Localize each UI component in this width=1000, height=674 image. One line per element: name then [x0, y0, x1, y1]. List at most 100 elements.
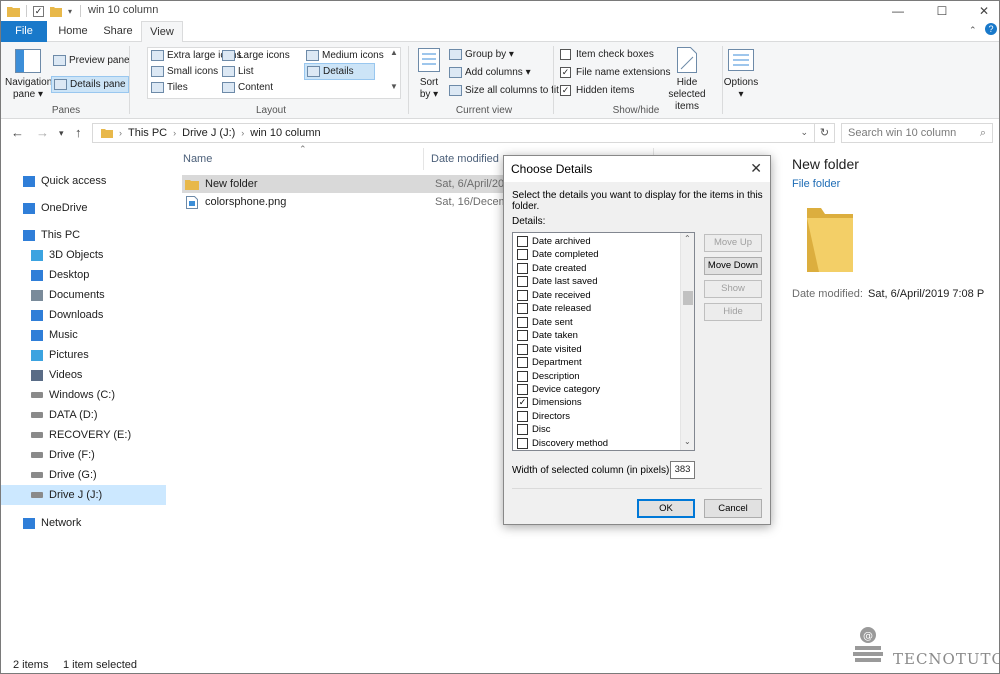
tab-home[interactable]: Home — [51, 21, 95, 42]
tab-view[interactable]: View — [141, 21, 183, 43]
tab-share[interactable]: Share — [97, 21, 139, 42]
gallery-scroll-up-icon[interactable]: ▲ — [390, 48, 398, 57]
scrollbar-thumb[interactable] — [683, 291, 693, 305]
content-option[interactable]: Content — [222, 82, 273, 93]
detail-checkbox[interactable] — [517, 343, 528, 355]
sidebar-item-music[interactable]: Music — [1, 325, 166, 345]
ok-button[interactable]: OK — [637, 499, 695, 518]
sidebar-item-recovery-e[interactable]: RECOVERY (E:) — [1, 425, 166, 445]
options-icon[interactable] — [728, 49, 754, 71]
show-button[interactable]: Show — [704, 280, 762, 298]
cancel-button[interactable]: Cancel — [704, 499, 762, 518]
detail-checkbox[interactable] — [517, 289, 528, 301]
item-check-boxes-toggle[interactable]: Item check boxes — [560, 49, 654, 60]
detail-checkbox[interactable] — [517, 357, 528, 369]
scroll-up-icon[interactable]: ⌃ — [684, 234, 691, 243]
sidebar-item-network[interactable]: Network — [1, 513, 166, 533]
sidebar-item-drive-j-j[interactable]: Drive J (J:) — [1, 485, 166, 505]
details-option[interactable]: Details — [304, 63, 375, 80]
recent-locations-icon[interactable]: ▾ — [59, 128, 64, 139]
sidebar-item-drive-f[interactable]: Drive (F:) — [1, 445, 166, 465]
item-check-boxes-checkbox[interactable] — [560, 49, 571, 60]
sidebar-item-videos[interactable]: Videos — [1, 365, 166, 385]
detail-option-date-last-saved[interactable]: Date last saved — [517, 275, 597, 288]
hidden-items-toggle[interactable]: ✓ Hidden items — [560, 85, 634, 96]
detail-option-directors[interactable]: Directors — [517, 410, 570, 423]
navigation-pane-icon[interactable] — [15, 49, 41, 73]
tab-file[interactable]: File — [1, 21, 47, 42]
column-header-date-modified[interactable]: Date modified — [431, 153, 499, 165]
detail-checkbox[interactable] — [517, 330, 528, 342]
move-up-button[interactable]: Move Up — [704, 234, 762, 252]
sidebar-item-documents[interactable]: Documents — [1, 285, 166, 305]
scroll-down-icon[interactable]: ⌄ — [684, 437, 691, 446]
listbox-scrollbar[interactable]: ⌃ ⌄ — [680, 233, 694, 450]
sidebar-item-onedrive[interactable]: OneDrive — [1, 198, 166, 218]
detail-checkbox[interactable] — [517, 410, 528, 422]
forward-arrow-icon[interactable]: → — [36, 125, 49, 140]
preview-pane-button[interactable]: Preview pane — [53, 55, 130, 66]
breadcrumb-this-pc[interactable]: This PC — [128, 127, 167, 139]
detail-checkbox[interactable] — [517, 249, 528, 261]
detail-checkbox[interactable] — [517, 276, 528, 288]
details-pane-button[interactable]: Details pane — [51, 76, 129, 93]
detail-option-date-created[interactable]: Date created — [517, 262, 586, 275]
address-field[interactable]: › This PC › Drive J (J:) › win 10 column… — [92, 123, 815, 143]
ribbon-collapse-icon[interactable]: ⌃ — [969, 25, 977, 36]
list-option[interactable]: List — [222, 66, 254, 77]
detail-checkbox[interactable] — [517, 370, 528, 382]
size-all-columns-button[interactable]: Size all columns to fit — [449, 85, 559, 96]
breadcrumb-current-folder[interactable]: win 10 column — [250, 127, 320, 139]
detail-option-date-completed[interactable]: Date completed — [517, 248, 599, 261]
hidden-items-checkbox[interactable]: ✓ — [560, 85, 571, 96]
small-icons-option[interactable]: Small icons — [151, 66, 218, 77]
move-down-button[interactable]: Move Down — [704, 257, 762, 275]
help-icon[interactable]: ? — [985, 23, 997, 35]
back-arrow-icon[interactable]: ← — [11, 125, 24, 140]
tiles-option[interactable]: Tiles — [151, 82, 188, 93]
maximize-button[interactable]: ☐ — [919, 1, 965, 21]
up-arrow-icon[interactable]: ↑ — [75, 125, 82, 140]
column-width-input[interactable]: 383 — [670, 461, 695, 479]
gallery-more-icon[interactable]: ▼ — [390, 82, 398, 91]
sort-by-button[interactable]: Sort by ▾ — [413, 77, 445, 101]
hide-button[interactable]: Hide — [704, 303, 762, 321]
sidebar-item-downloads[interactable]: Downloads — [1, 305, 166, 325]
detail-option-disc[interactable]: Disc — [517, 423, 550, 436]
large-icons-option[interactable]: Large icons — [222, 50, 290, 61]
detail-option-department[interactable]: Department — [517, 356, 582, 369]
add-columns-button[interactable]: Add columns ▾ — [449, 67, 531, 78]
column-divider[interactable] — [423, 148, 424, 170]
detail-checkbox[interactable] — [517, 236, 528, 247]
sidebar-item-quick-access[interactable]: Quick access — [1, 171, 166, 191]
sort-by-icon[interactable] — [418, 48, 440, 72]
detail-option-device-category[interactable]: Device category — [517, 383, 600, 396]
sidebar-item-drive-g[interactable]: Drive (G:) — [1, 465, 166, 485]
navigation-pane-button[interactable]: Navigation pane ▾ — [5, 77, 52, 101]
medium-icons-option[interactable]: Medium icons — [306, 50, 384, 61]
detail-option-date-released[interactable]: Date released — [517, 302, 591, 315]
detail-option-date-sent[interactable]: Date sent — [517, 316, 573, 329]
address-dropdown-icon[interactable]: ⌄ — [800, 127, 808, 138]
properties-icon[interactable]: ✓ — [33, 5, 44, 17]
sidebar-item-desktop[interactable]: Desktop — [1, 265, 166, 285]
detail-option-discovery-method[interactable]: Discovery method — [517, 437, 608, 450]
minimize-button[interactable]: — — [875, 1, 921, 21]
details-listbox[interactable]: ⌃ ⌄ Date archived Date completed Date crea… — [512, 232, 695, 451]
detail-checkbox[interactable] — [517, 262, 528, 274]
detail-option-date-received[interactable]: Date received — [517, 289, 591, 302]
refresh-icon[interactable]: ↻ — [815, 123, 835, 143]
new-folder-icon[interactable] — [50, 6, 62, 17]
sidebar-item-data-d[interactable]: DATA (D:) — [1, 405, 166, 425]
detail-checkbox[interactable] — [517, 437, 528, 449]
dialog-close-icon[interactable]: ✕ — [750, 160, 762, 177]
file-name-extensions-toggle[interactable]: ✓ File name extensions — [560, 67, 671, 78]
detail-option-date-archived[interactable]: Date archived — [517, 235, 591, 248]
column-header-name[interactable]: Name — [183, 153, 212, 165]
detail-option-description[interactable]: Description — [517, 370, 580, 383]
detail-checkbox[interactable]: ✓ — [517, 397, 528, 409]
sidebar-item-3d-objects[interactable]: 3D Objects — [1, 245, 166, 265]
qat-dropdown-icon[interactable]: ▾ — [68, 7, 72, 16]
sidebar-item-windows-c[interactable]: Windows (C:) — [1, 385, 166, 405]
sidebar-item-this-pc[interactable]: This PC — [1, 225, 166, 245]
